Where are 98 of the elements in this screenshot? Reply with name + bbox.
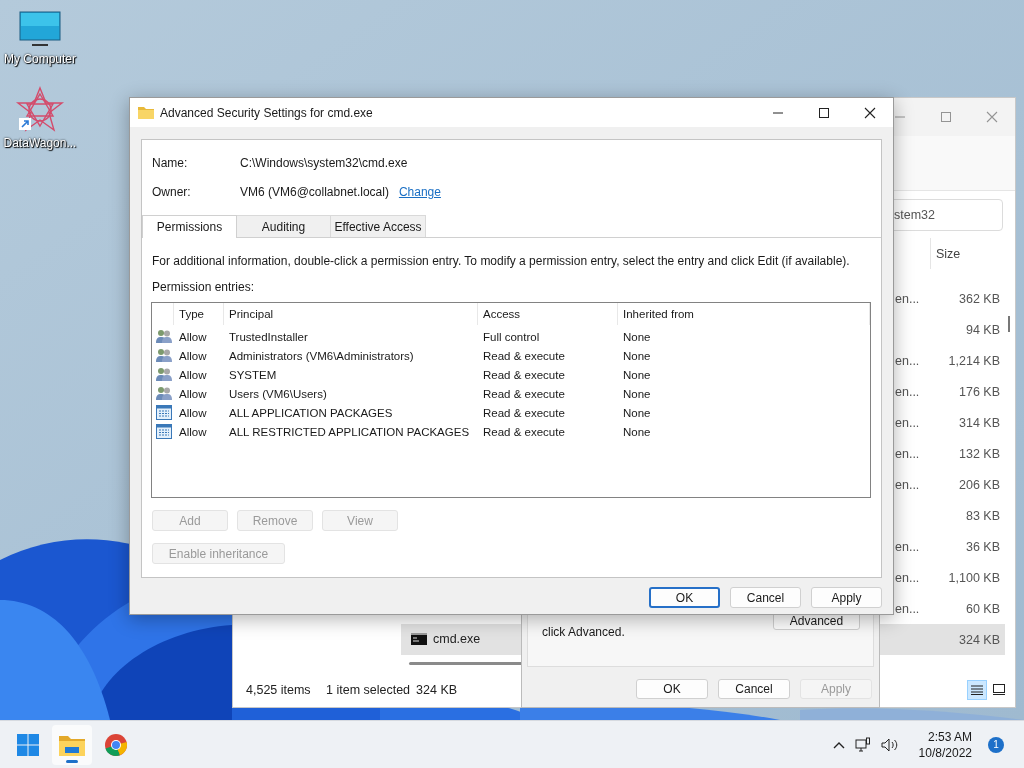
file-type: en... xyxy=(895,446,920,461)
table-cell-text: Allow xyxy=(178,330,208,343)
package-icon xyxy=(156,424,172,439)
file-size: 176 KB xyxy=(959,384,1000,399)
table-cell-text: None xyxy=(622,349,652,362)
field-label: Name: xyxy=(152,156,189,170)
file-size: 314 KB xyxy=(959,415,1000,430)
users-icon xyxy=(156,348,172,363)
folder-icon xyxy=(138,106,154,119)
table-cell-text: Allow xyxy=(178,368,208,381)
close-icon xyxy=(986,111,998,123)
column-header[interactable]: Access xyxy=(478,303,618,325)
table-cell-text: Administrators (VM6\Administrators) xyxy=(228,349,415,362)
file-type: en... xyxy=(895,477,920,492)
file-name[interactable]: cmd.exe xyxy=(411,631,481,646)
tab[interactable]: Effective Access xyxy=(330,215,426,237)
column-header[interactable]: Principal xyxy=(224,303,478,325)
users-icon xyxy=(156,386,172,401)
list-icon xyxy=(971,684,983,695)
change-link[interactable]: Change xyxy=(398,185,441,199)
list-label: Permission entries: xyxy=(152,279,256,295)
file-type: en... xyxy=(895,415,920,430)
window-title: Advanced Security Settings for cmd.exe xyxy=(160,105,373,120)
maximize-icon xyxy=(818,106,830,119)
status-text: 324 KB xyxy=(416,682,458,697)
table-cell-text: Full control xyxy=(482,330,541,343)
tab[interactable]: Permissions xyxy=(142,215,237,238)
info-text: For additional information, double-click a permission entry. To modify a permission entry, select the entry and click Edit (if available). xyxy=(152,253,851,269)
users-icon xyxy=(156,329,172,344)
file-size: 132 KB xyxy=(959,446,1000,461)
folder-icon xyxy=(59,733,85,756)
field-value: VM6 (VM6@collabnet.local) xyxy=(240,185,389,199)
file-size: 362 KB xyxy=(959,291,1000,306)
file-size: 206 KB xyxy=(959,477,1000,492)
browser-icon xyxy=(104,732,128,757)
table-cell-text: SYSTEM xyxy=(228,368,278,381)
table-cell-text: None xyxy=(622,406,652,419)
column-header[interactable]: Size xyxy=(930,238,1000,269)
file-type: en... xyxy=(895,291,920,306)
star-pattern-icon xyxy=(15,86,65,134)
table-cell-text: None xyxy=(622,387,652,400)
file-size: 1,214 KB xyxy=(948,353,1000,368)
instruction-text: click Advanced. xyxy=(542,625,625,639)
dialog-button[interactable]: Apply xyxy=(811,587,882,608)
file-type: en... xyxy=(895,601,920,616)
table-cell-text: Allow xyxy=(178,406,208,419)
table-cell-text: None xyxy=(622,368,652,381)
file-type: en... xyxy=(895,539,920,554)
table-cell-text: Read & execute xyxy=(482,349,566,362)
table-cell-text: Read & execute xyxy=(482,387,566,400)
column-header[interactable]: Inherited from xyxy=(618,303,870,325)
maximize-icon xyxy=(940,111,952,123)
table-cell-text: ALL RESTRICTED APPLICATION PACKAGES xyxy=(228,425,471,438)
field-value: C:\Windows\system32\cmd.exe xyxy=(240,156,408,170)
file-size: 1,100 KB xyxy=(948,570,1000,585)
dialog-button[interactable]: Cancel xyxy=(730,587,801,608)
dialog-button[interactable]: OK xyxy=(649,587,720,608)
speaker-icon[interactable] xyxy=(880,736,899,753)
field-label: Owner: xyxy=(152,185,192,199)
table-cell-text: Read & execute xyxy=(482,406,566,419)
clock-time[interactable]: 2:53 AM xyxy=(927,728,972,745)
close-icon xyxy=(864,106,876,119)
tab[interactable]: Auditing xyxy=(236,215,331,237)
taskbar-button[interactable] xyxy=(52,724,92,765)
table-cell-text: Read & execute xyxy=(482,368,566,381)
file-size: 83 KB xyxy=(965,508,1000,523)
file-size: 324 KB xyxy=(959,632,1000,647)
column-header[interactable]: Type xyxy=(174,303,224,325)
file-type: en... xyxy=(895,353,920,368)
dialog-button[interactable]: OK xyxy=(636,679,708,699)
users-icon xyxy=(156,367,172,382)
scrollbar-thumb[interactable] xyxy=(1008,316,1010,332)
file-size: 36 KB xyxy=(965,539,1000,554)
table-cell-text: TrustedInstaller xyxy=(228,330,309,343)
table-cell-text: Read & execute xyxy=(482,425,566,438)
network-icon[interactable] xyxy=(854,736,871,753)
table-cell-text: Users (VM6\Users) xyxy=(228,387,328,400)
file-size: 60 KB xyxy=(965,601,1000,616)
table-cell-text: None xyxy=(622,330,652,343)
start-icon xyxy=(16,732,40,757)
dialog-button[interactable]: Cancel xyxy=(718,679,790,699)
notification-badge[interactable]: 1 xyxy=(988,736,1004,753)
view-button[interactable] xyxy=(967,679,987,700)
table-cell-text: Allow xyxy=(178,425,208,438)
table-cell-text: ALL APPLICATION PACKAGES xyxy=(228,406,394,419)
table-cell-text: None xyxy=(622,425,652,438)
file-type: en... xyxy=(895,384,920,399)
window-icon xyxy=(993,684,1005,695)
status-text: 1 item selected xyxy=(326,682,411,697)
status-text: 4,525 items xyxy=(246,682,312,697)
chevron-up-icon[interactable] xyxy=(832,740,845,749)
package-icon xyxy=(156,405,172,420)
file-type: en... xyxy=(895,570,920,585)
table-cell-text: Allow xyxy=(178,387,208,400)
permission-list[interactable] xyxy=(151,302,871,498)
clock-date[interactable]: 10/8/2022 xyxy=(918,744,972,761)
console-icon xyxy=(411,632,427,645)
table-cell-text: Allow xyxy=(178,349,208,362)
